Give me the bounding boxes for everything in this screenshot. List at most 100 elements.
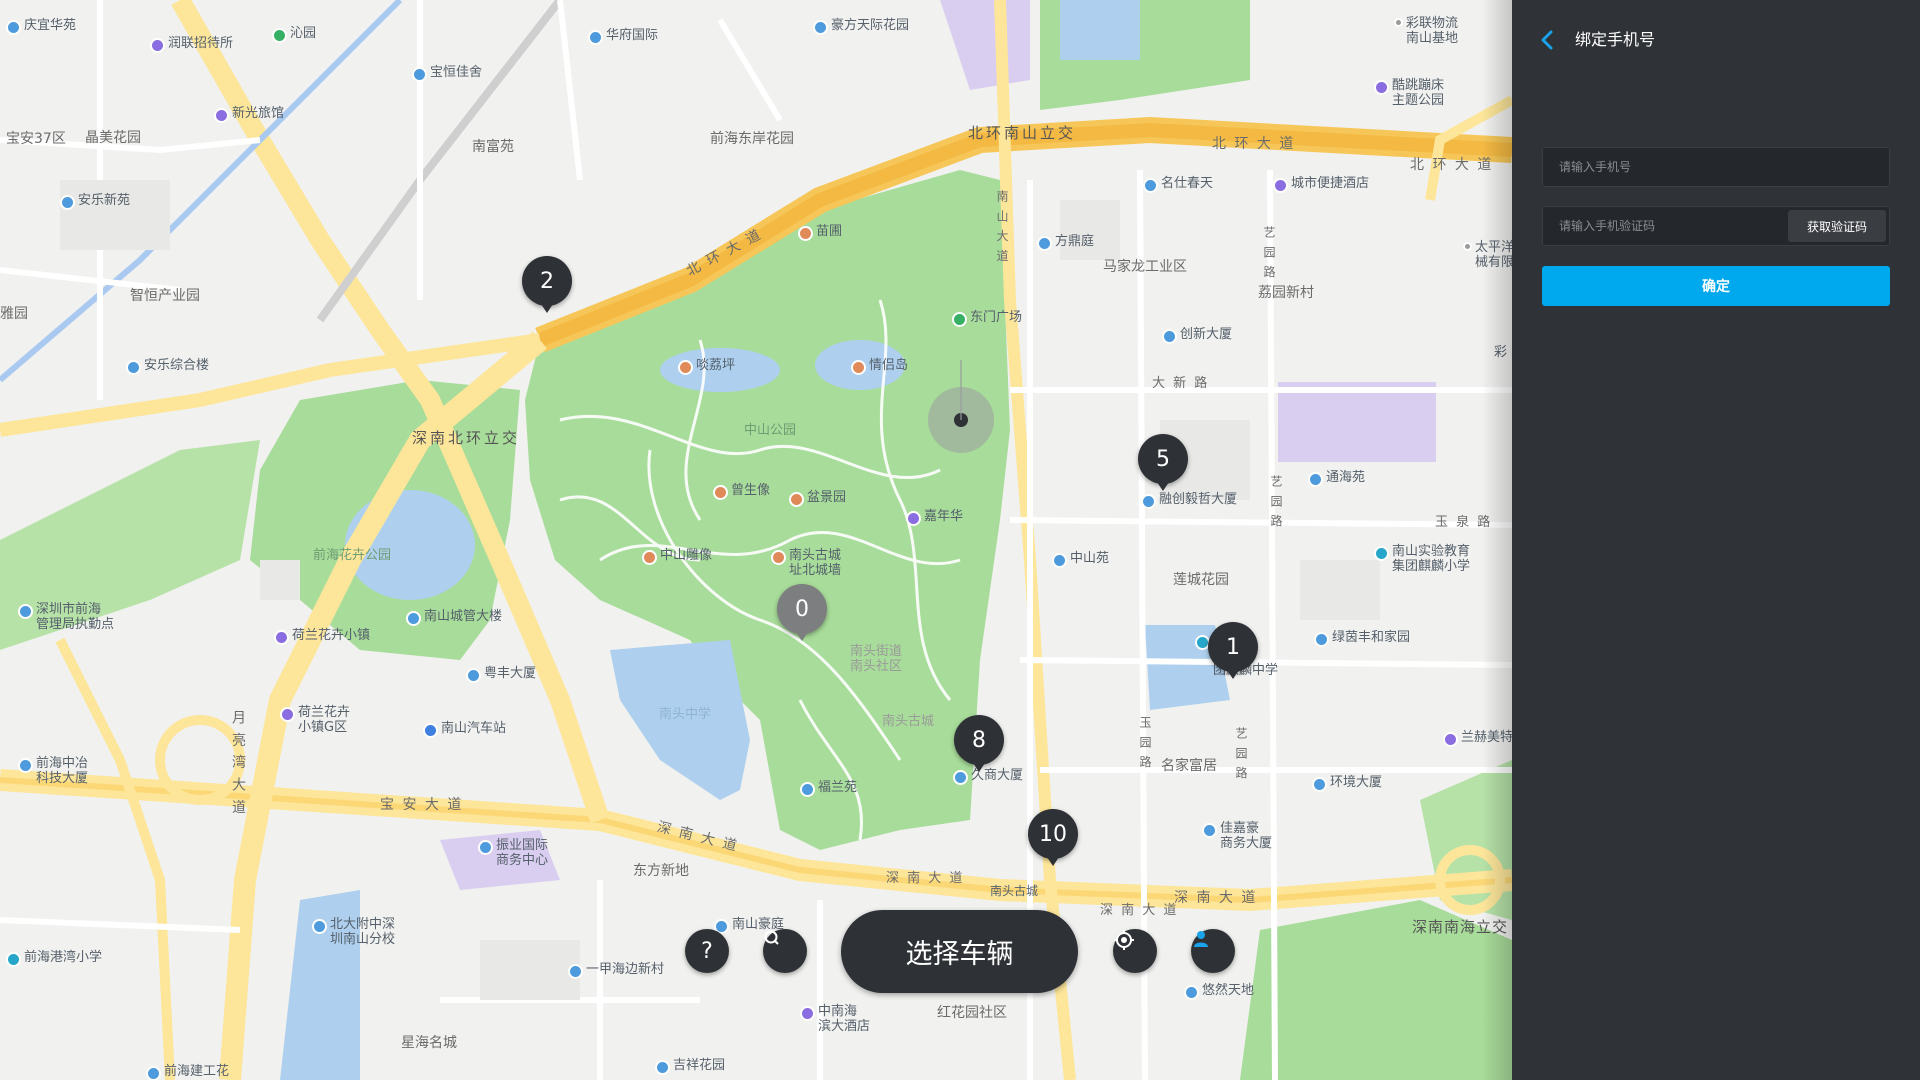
user-icon	[1194, 931, 1208, 947]
locate-icon	[1114, 930, 1134, 950]
district-label: 星海名城	[401, 1035, 457, 1051]
district-label: 莲城花园	[1173, 572, 1229, 588]
search-button[interactable]	[763, 929, 807, 973]
district-label: 晶美花园	[85, 130, 141, 146]
poi-label: 庆宜华苑	[6, 18, 76, 35]
panel-shadow	[1482, 0, 1512, 1080]
district-label: 智恒产业园	[130, 288, 200, 304]
locate-button[interactable]	[1113, 929, 1157, 973]
road-label: 深 南 大 道	[1100, 903, 1179, 918]
poi-label: 一甲海边新村	[568, 962, 664, 979]
poi-label: 粤丰大厦	[466, 666, 536, 683]
poi-label: 南山汽车站	[423, 721, 506, 738]
map-view[interactable]: 庆宜华苑 沁园 华府国际 豪方天际花园 润联招待所 宝恒佳舍 新光旅馆 宝安37…	[0, 0, 1512, 1080]
poi-label: 荷兰花卉小镇	[274, 628, 370, 645]
poi-label: 北大附中深 圳南山分校	[312, 917, 395, 947]
poi-label: 中山雕像	[642, 548, 712, 565]
road-label: 艺 园 路	[1269, 475, 1283, 529]
road-label: 南 山 大 道	[995, 190, 1009, 264]
poi-label: 融创毅哲大厦	[1141, 492, 1237, 509]
poi-label: 盆景园	[789, 490, 846, 507]
poi-label: 荷兰花卉 小镇G区	[280, 705, 350, 735]
road-label: 月 亮 湾 大 道	[230, 710, 246, 816]
poi-label: 前海港湾小学	[6, 950, 102, 967]
help-icon: ?	[701, 938, 713, 964]
poi-label: 润联招待所	[150, 36, 233, 53]
poi-label: 安乐综合楼	[126, 358, 209, 375]
code-input[interactable]	[1543, 207, 1783, 245]
poi-label: 中南海 滨大酒店	[800, 1004, 870, 1034]
district-label: 前海东岸花园	[710, 131, 794, 147]
park-label: 中山公园	[744, 423, 797, 438]
vehicle-marker[interactable]: 8	[954, 715, 1004, 772]
get-code-button[interactable]: 获取验证码	[1788, 210, 1886, 242]
road-label: 大 新 路	[1152, 376, 1210, 391]
poi-label: 情侣岛	[851, 358, 908, 375]
poi-label: 南山城管大楼	[406, 609, 502, 626]
poi-label: 前海中冶 科技大厦	[18, 756, 88, 786]
district-label: 红花园社区	[937, 1005, 1007, 1021]
poi-label: 悠然天地	[1184, 983, 1254, 1000]
poi-label: 东门广场	[952, 310, 1022, 327]
district-label: 马家龙工业区	[1103, 259, 1187, 275]
district-label: 南头古城	[882, 714, 935, 729]
vehicle-marker[interactable]: 1	[1208, 622, 1258, 679]
road-label: 宝 安 大 道	[380, 797, 464, 813]
poi-label: 安乐新苑	[60, 193, 130, 210]
road-label: 北 环 大 道	[1410, 157, 1494, 173]
poi-label: 名仕春天	[1143, 176, 1213, 193]
poi-label: 豪方天际花园	[813, 18, 909, 35]
vehicle-marker[interactable]: 10	[1028, 809, 1078, 866]
poi-label: 福兰苑	[800, 780, 857, 797]
poi-label: 通海苑	[1308, 470, 1365, 487]
poi-label: 前海建工花	[146, 1064, 229, 1080]
vehicle-marker[interactable]: 2	[522, 256, 572, 313]
vehicle-marker[interactable]: 5	[1138, 434, 1188, 491]
select-vehicle-button[interactable]: 选择车辆	[841, 910, 1078, 993]
poi-label: 苗圃	[798, 224, 842, 241]
phone-input[interactable]	[1543, 148, 1889, 186]
poi-label: 嘉年华	[906, 509, 963, 526]
road-label: 艺 园 路	[1262, 226, 1276, 280]
poi-label: 吉祥花园	[655, 1058, 725, 1075]
road-label: 深 南 大 道	[886, 871, 965, 886]
confirm-button[interactable]: 确定	[1542, 266, 1890, 306]
district-label: 荔园新村	[1258, 285, 1314, 301]
poi-label: 佳嘉豪 商务大厦	[1202, 821, 1272, 851]
district-label: 雅园	[0, 306, 28, 322]
district-label: 东方新地	[633, 863, 689, 879]
poi-label: 创新大厦	[1162, 327, 1232, 344]
park-label: 前海花卉公园	[313, 548, 392, 563]
poi-label: 深圳市前海 管理局执勤点	[18, 602, 114, 632]
poi-label: 振业国际 商务中心	[478, 838, 548, 868]
district-label: 名家富居	[1161, 758, 1217, 774]
vehicle-marker[interactable]: 0	[777, 584, 827, 641]
road-label: 深 南 大 道	[1174, 890, 1258, 906]
user-button[interactable]	[1191, 929, 1235, 973]
district-label: 南富苑	[472, 139, 514, 155]
phone-field[interactable]	[1542, 147, 1890, 187]
road-label: 艺 园 路	[1234, 727, 1248, 781]
poi-label: 绿茵丰和家园	[1314, 630, 1410, 647]
road-label: 玉 园 路	[1138, 716, 1152, 770]
poi-label: 新光旅馆	[214, 106, 284, 123]
poi-label: 啖荔坪	[678, 358, 735, 375]
back-chevron-icon[interactable]	[1537, 29, 1559, 51]
district-label: 南头街道 南头社区	[850, 644, 903, 674]
poi-label: 城市便捷酒店	[1273, 176, 1369, 193]
poi-label: 方鼎庭	[1037, 234, 1094, 251]
district-label: 宝安37区	[6, 131, 66, 147]
panel-title: 绑定手机号	[1575, 30, 1656, 49]
code-field[interactable]: 获取验证码	[1542, 206, 1890, 246]
help-button[interactable]: ?	[685, 929, 729, 973]
poi-label: 酷跳蹦床 主题公园	[1374, 78, 1444, 108]
poi-label: 中山苑	[1052, 551, 1109, 568]
poi-label: 南头古城	[990, 884, 1039, 898]
road-label: 北环南山立交	[968, 124, 1077, 142]
poi-label: 南山实验教育 集团麒麟小学	[1374, 544, 1470, 574]
poi-label: 南头古城 址北城墙	[771, 548, 841, 578]
panel-header: 绑定手机号	[1512, 0, 1920, 80]
road-label: 深南北环立交	[412, 429, 521, 447]
poi-label: 彩联物流 南山基地	[1394, 16, 1458, 46]
poi-label: 久商大厦	[953, 768, 1023, 785]
